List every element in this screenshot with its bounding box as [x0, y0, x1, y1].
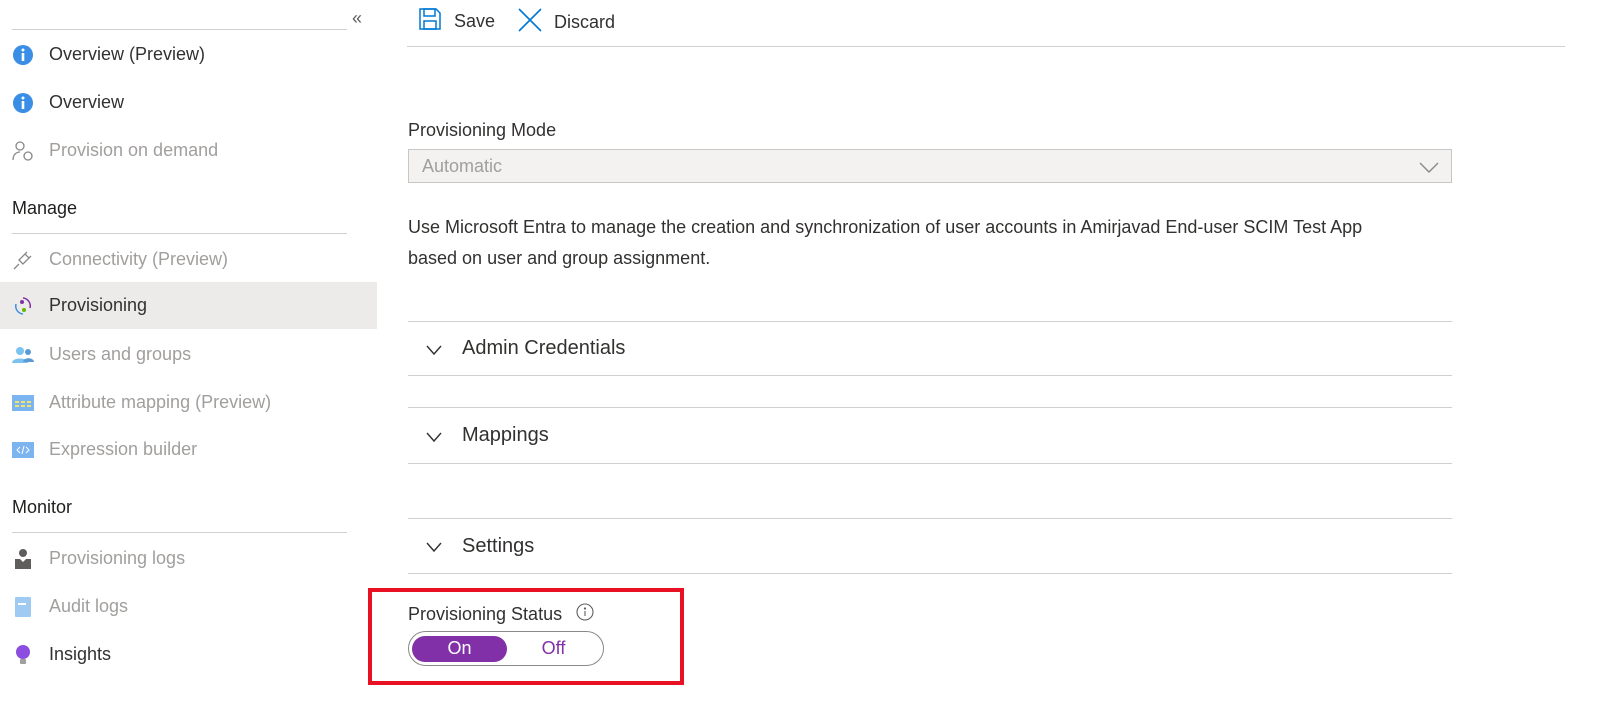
provisioning-description: Use Microsoft Entra to manage the creati…	[408, 212, 1362, 274]
sidebar-item-label: Overview	[49, 92, 125, 112]
chevron-down-icon	[426, 538, 442, 554]
manage-divider	[12, 233, 347, 234]
sidebar-item-attribute-mapping[interactable]: Attribute mapping (Preview)	[0, 379, 377, 426]
description-line: Use Microsoft Entra to manage the creati…	[408, 217, 1363, 237]
provisioning-mode-dropdown[interactable]: Automatic	[408, 149, 1452, 183]
info-icon	[12, 92, 34, 114]
section-title: Mappings	[462, 424, 549, 446]
section-title: Admin Credentials	[462, 337, 626, 359]
sidebar-item-insights[interactable]: Insights	[0, 631, 377, 678]
discard-label: Discard	[554, 12, 616, 32]
sidebar-top-divider	[12, 29, 347, 30]
mappings-section[interactable]: Mappings	[408, 407, 1452, 464]
sidebar-item-users-and-groups[interactable]: Users and groups	[0, 331, 377, 378]
sidebar-item-connectivity[interactable]: Connectivity (Preview)	[0, 236, 377, 283]
users-icon	[12, 344, 34, 366]
provisioning-status-label: Provisioning Status	[408, 604, 563, 624]
sidebar-item-expression-builder[interactable]: Expression builder	[0, 426, 377, 473]
monitor-section-header: Monitor	[12, 497, 73, 517]
sidebar-item-label: Connectivity (Preview)	[49, 249, 229, 269]
sidebar-item-label: Attribute mapping (Preview)	[49, 392, 272, 412]
save-icon	[418, 7, 442, 36]
user-sync-icon	[12, 140, 34, 162]
code-icon	[12, 439, 34, 461]
sidebar-item-provision-on-demand[interactable]: Provision on demand	[0, 127, 377, 174]
sidebar-item-label: Provisioning	[49, 295, 148, 315]
admin-credentials-section[interactable]: Admin Credentials	[408, 321, 1452, 376]
chevron-down-icon	[426, 341, 442, 357]
lightbulb-icon	[12, 644, 34, 666]
plug-icon	[12, 249, 34, 271]
provisioning-icon	[12, 295, 34, 317]
chevron-down-icon	[426, 428, 442, 444]
sidebar-item-provisioning-logs[interactable]: Provisioning logs	[0, 535, 377, 582]
sidebar-item-overview-preview[interactable]: Overview (Preview)	[0, 31, 377, 78]
toggle-on-option[interactable]: On	[412, 635, 507, 662]
log-user-icon	[12, 548, 34, 570]
section-title: Settings	[462, 534, 535, 557]
info-icon	[12, 44, 34, 66]
save-button[interactable]: Save	[418, 7, 495, 36]
settings-section[interactable]: Settings	[408, 518, 1452, 574]
provisioning-status-toggle[interactable]: On Off	[408, 631, 604, 666]
book-icon	[12, 596, 34, 618]
provisioning-mode-label: Provisioning Mode	[408, 120, 557, 140]
provisioning-mode-value: Automatic	[422, 155, 503, 176]
sidebar-item-label: Expression builder	[49, 439, 198, 459]
sidebar-item-audit-logs[interactable]: Audit logs	[0, 583, 377, 630]
info-circle-icon[interactable]	[576, 603, 594, 626]
sidebar-item-label: Overview (Preview)	[49, 44, 206, 64]
description-line: based on user and group assignment.	[408, 248, 711, 268]
save-label: Save	[454, 11, 496, 31]
close-icon	[517, 7, 543, 38]
sidebar-item-label: Audit logs	[49, 596, 129, 616]
toolbar-divider	[407, 46, 1565, 47]
sidebar-item-label: Users and groups	[49, 344, 192, 364]
sidebar-item-label: Provision on demand	[49, 140, 219, 160]
chevron-down-icon	[1419, 158, 1439, 179]
toggle-off-option[interactable]: Off	[507, 638, 600, 659]
collapse-sidebar-button[interactable]: «	[352, 8, 362, 29]
monitor-divider	[12, 532, 347, 533]
sidebar-item-label: Provisioning logs	[49, 548, 186, 568]
sidebar-item-label: Insights	[49, 644, 112, 664]
provisioning-status-label-row: Provisioning Status	[408, 603, 594, 626]
manage-section-header: Manage	[12, 198, 78, 218]
sidebar-item-overview[interactable]: Overview	[0, 79, 377, 126]
sidebar-item-provisioning[interactable]: Provisioning	[0, 282, 377, 329]
discard-button[interactable]: Discard	[517, 7, 615, 38]
table-icon	[12, 392, 34, 414]
